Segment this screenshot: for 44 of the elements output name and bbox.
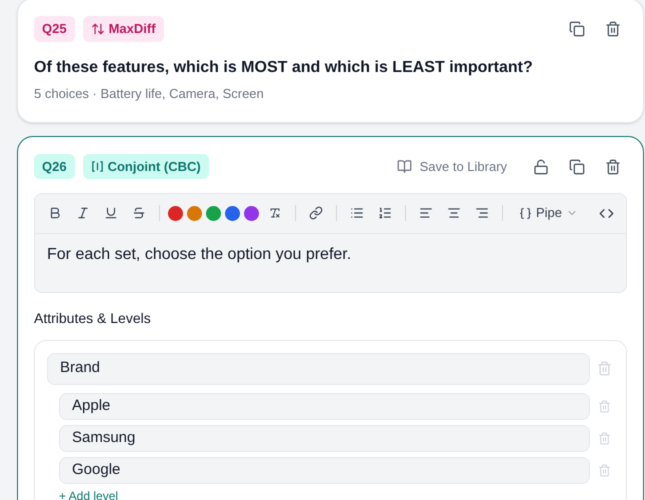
numbered-list-icon: [378, 206, 392, 220]
color-swatch[interactable]: [244, 206, 259, 220]
unlock-icon: [533, 158, 550, 174]
delete-icon: [605, 21, 622, 37]
trash-icon: [598, 400, 611, 412]
link-icon: [309, 206, 323, 220]
book-icon: [396, 159, 412, 174]
color-swatch[interactable]: [187, 206, 202, 220]
attribute-name-field[interactable]: Brand: [47, 352, 590, 384]
duplicate-icon: [569, 158, 586, 174]
question-type-label: Conjoint (CBC): [108, 158, 201, 176]
strikethrough-icon: [132, 206, 146, 220]
braces-icon: [519, 206, 532, 220]
italic-icon: [76, 206, 90, 220]
level-field[interactable]: Apple: [59, 392, 590, 420]
trash-icon: [598, 464, 611, 476]
question-title: Of these features, which is MOST and which is LEAST important?: [34, 58, 534, 78]
align-left-icon: [419, 206, 433, 220]
pipe-dropdown[interactable]: Pipe: [511, 203, 586, 223]
question-number-badge: Q26: [34, 154, 75, 180]
bold-icon: [48, 206, 62, 220]
trash-icon: [598, 432, 611, 444]
save-to-library-button[interactable]: Save to Library: [396, 156, 508, 176]
delete-icon: [605, 158, 622, 174]
question-summary: 5 choices · Battery life, Camera, Screen: [34, 85, 265, 103]
editor-text[interactable]: For each set, choose the option you prefer.: [35, 234, 626, 292]
level-field[interactable]: Samsung: [59, 424, 590, 452]
color-swatch[interactable]: [206, 206, 221, 220]
question-number-badge: Q25: [34, 16, 75, 42]
question-type-label: MaxDiff: [108, 20, 156, 38]
clear-color-icon: [269, 207, 281, 219]
align-right-icon: [475, 206, 489, 220]
up-down-arrows-icon: [90, 22, 105, 36]
bullet-list-icon: [350, 206, 364, 220]
underline-icon: [104, 206, 118, 220]
trash-icon: [596, 361, 612, 376]
level-field[interactable]: Google: [59, 456, 590, 484]
brackets-icon: [90, 160, 104, 173]
section-title: Attributes & Levels: [34, 308, 152, 328]
add-level-link[interactable]: + Add level: [59, 488, 118, 500]
color-swatch[interactable]: [225, 206, 240, 220]
duplicate-icon: [569, 21, 586, 37]
color-swatch[interactable]: [168, 206, 183, 220]
align-center-icon: [447, 206, 461, 220]
